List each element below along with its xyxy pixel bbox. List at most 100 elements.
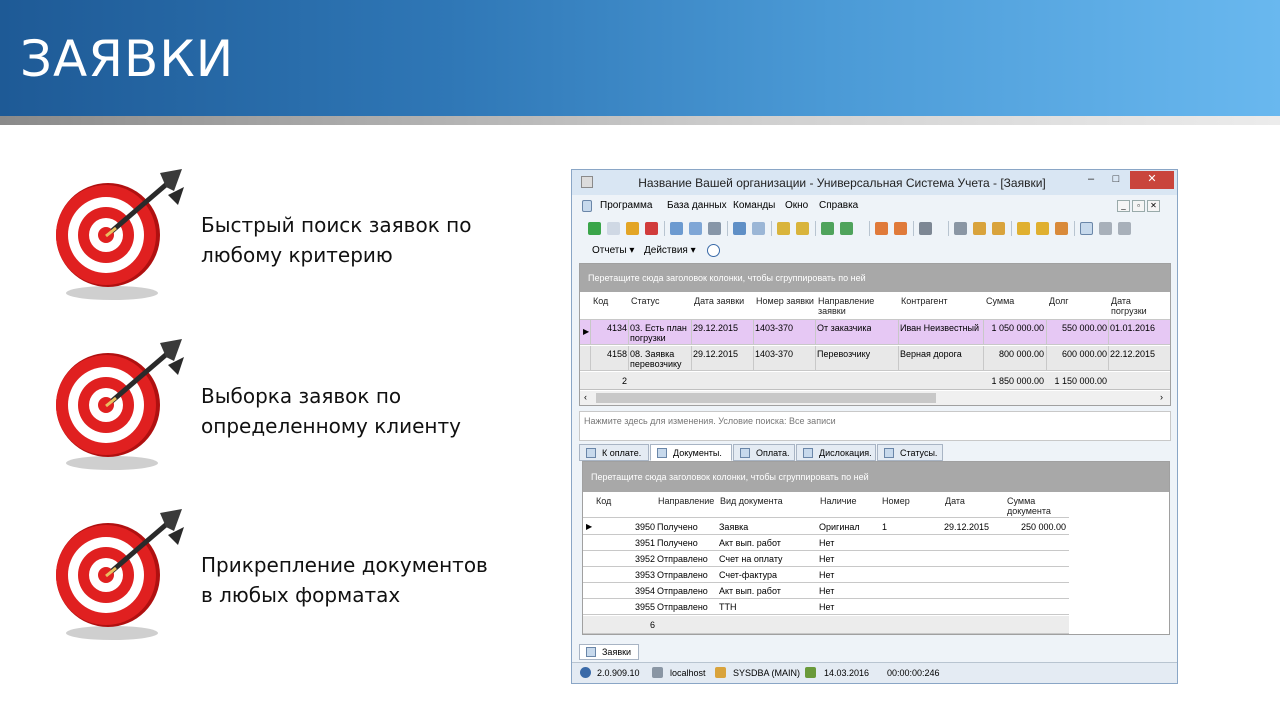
menu-help[interactable]: Справка [819,200,858,211]
reports-dropdown[interactable]: Отчеты ▾ [592,245,634,256]
filter-icon[interactable] [708,222,721,235]
column-header[interactable]: Сумма документа [1007,496,1057,516]
clock-icon[interactable] [707,244,720,257]
row-indicator-icon: ▶ [583,327,590,336]
horizontal-scrollbar[interactable]: ‹ › [580,391,1170,405]
status-version: 2.0.909.10 [597,668,640,678]
feature-line: определенному клиенту [201,414,461,438]
column-header[interactable]: Наличие [820,496,857,506]
sort-icon[interactable] [777,222,790,235]
tab-payment[interactable]: Оплата. [733,444,795,461]
users-icon[interactable] [1036,222,1049,235]
detail-tabs: К оплате. Документы. Оплата. Дислокация.… [579,443,1171,461]
close-button[interactable]: ✕ [1130,171,1174,189]
tools-icon[interactable] [954,222,967,235]
column-divider [898,320,899,345]
column-header[interactable]: Дата заявки [694,296,744,306]
menu-commands[interactable]: Команды [733,200,775,211]
column-divider [628,320,629,345]
printer-icon[interactable] [1099,222,1112,235]
column-header[interactable]: Дата погрузки [1111,296,1163,316]
secondary-toolbar: Отчеты ▾ Действия ▾ [576,241,1174,261]
column-header[interactable]: Направление [658,496,714,506]
table-row[interactable]: ▶ 4134 03. Есть план погрузки 29.12.2015… [580,320,1170,345]
cell-code: 4134 [606,323,627,333]
scrollbar-thumb[interactable] [596,393,936,403]
column-header[interactable]: Долг [1049,296,1069,306]
export-icon[interactable] [821,222,834,235]
sort-desc-icon[interactable] [796,222,809,235]
column-header[interactable]: Вид документа [720,496,783,506]
scroll-left-icon[interactable]: ‹ [584,392,587,402]
comment-icon[interactable] [752,222,765,235]
lock-icon[interactable] [1017,222,1030,235]
table-row[interactable]: 3954 Отправлено Акт вып. работ Нет [583,583,1069,599]
settings-icon[interactable] [973,222,986,235]
table-row[interactable]: ▶ 3950 Получено Заявка Оригинал 1 29.12.… [583,519,1069,535]
column-header[interactable]: Номер заявки [756,296,814,306]
document-icon [582,200,592,212]
preview-icon[interactable] [1118,222,1131,235]
tab-statuses[interactable]: Статусы. [877,444,943,461]
tab-documents[interactable]: Документы. [650,444,732,461]
cell-debt: 600 000.00 [1061,349,1107,359]
tab-orders-window[interactable]: Заявки [579,644,639,660]
cell-number: 1 [882,522,888,532]
tab-to-pay[interactable]: К оплате. [579,444,649,461]
menu-database[interactable]: База данных [667,200,727,211]
delete-icon[interactable] [645,222,658,235]
window-icon[interactable] [1080,222,1093,235]
find-icon[interactable] [689,222,702,235]
column-header[interactable]: Статус [631,296,659,306]
cell-presence: Нет [819,554,835,564]
column-header[interactable]: Дата [945,496,965,506]
column-header[interactable]: Направление заявки [818,296,880,316]
group-by-panel[interactable]: Перетащите сюда заголовок колонки, чтобы… [580,264,1170,292]
open-window-icon[interactable] [894,222,907,235]
search-icon[interactable] [670,222,683,235]
table-row[interactable]: 3951 Получено Акт вып. работ Нет [583,535,1069,551]
mdi-restore-button[interactable]: ▫ [1132,200,1145,212]
column-header[interactable]: Контрагент [901,296,948,306]
table-row[interactable]: 3952 Отправлено Счет на оплату Нет [583,551,1069,567]
import-icon[interactable] [840,222,853,235]
add-icon[interactable] [588,222,601,235]
new-window-icon[interactable] [875,222,888,235]
maximize-button[interactable]: □ [1105,171,1127,189]
note-icon[interactable] [992,222,1005,235]
cell-direction: Отправлено [657,570,708,580]
cell-sum: 800 000.00 [998,349,1044,359]
minimize-button[interactable]: – [1080,171,1102,189]
feature-item: Прикрепление документов в любых форматах [50,505,520,645]
column-header[interactable]: Номер [882,496,910,506]
tab-dislocation[interactable]: Дислокация. [796,444,876,461]
user-edit-icon[interactable] [1055,222,1068,235]
table-row[interactable]: 3953 Отправлено Счет-фактура Нет [583,567,1069,583]
mdi-close-button[interactable]: ✕ [1147,200,1160,212]
actions-dropdown[interactable]: Действия ▾ [644,245,696,256]
table-row[interactable]: 3955 Отправлено ТТН Нет [583,599,1069,615]
menu-program[interactable]: Программа [600,200,652,211]
column-divider [753,320,754,345]
menu-window[interactable]: Окно [785,200,808,211]
feature-line: Выборка заявок по [201,384,402,408]
mdi-minimize-button[interactable]: _ [1117,200,1130,212]
filter-bar[interactable]: Нажмите здесь для изменения. Условие пои… [579,411,1171,441]
copy-icon[interactable] [607,222,620,235]
column-header[interactable]: Сумма [986,296,1014,306]
tab-icon [803,448,813,458]
column-header[interactable]: Код [596,496,611,506]
table-row[interactable]: 4158 08. Заявка перевозчику 29.12.2015 1… [580,346,1170,371]
sound-icon[interactable] [919,222,932,235]
cell-number: 1403-370 [755,323,794,333]
print-icon[interactable] [733,222,746,235]
toolbar-separator [815,221,816,236]
edit-icon[interactable] [626,222,639,235]
tab-label: Документы. [673,448,722,458]
column-header[interactable]: Код [593,296,608,306]
grid-footer: 6 [583,616,1069,634]
scroll-right-icon[interactable]: › [1160,392,1163,402]
cell-doc-type: Счет на оплату [719,554,783,564]
group-by-panel[interactable]: Перетащите сюда заголовок колонки, чтобы… [583,462,1169,492]
toolbar-separator [664,221,665,236]
